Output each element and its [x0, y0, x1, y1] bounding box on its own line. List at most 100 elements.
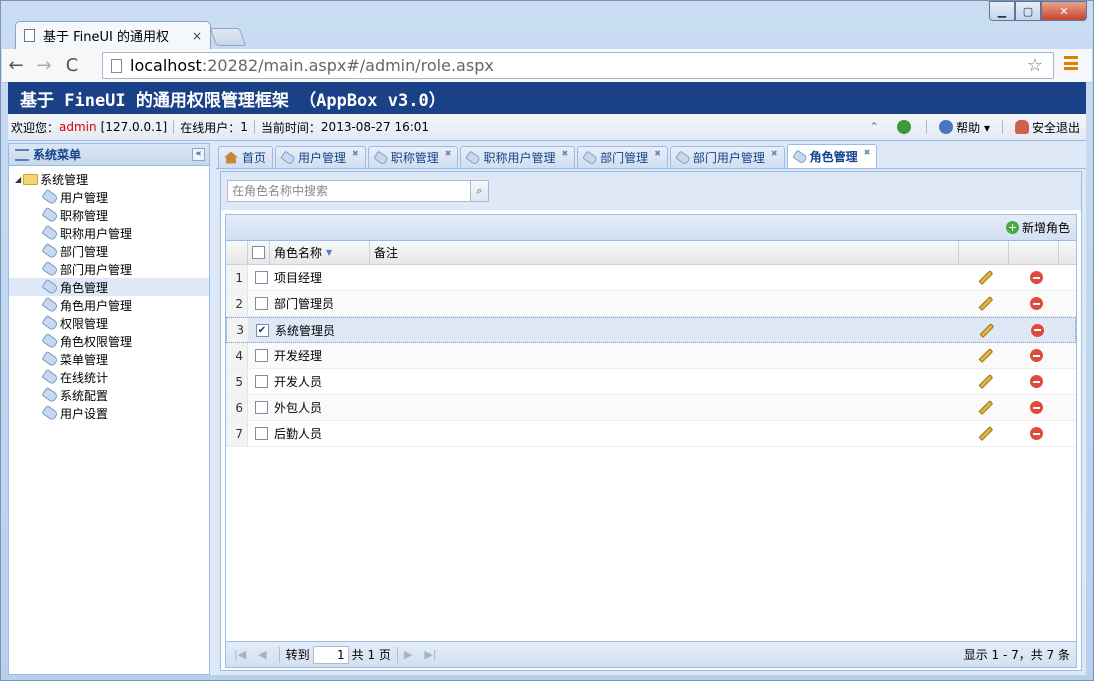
row-select[interactable] — [248, 265, 270, 290]
forward-icon[interactable]: → — [30, 55, 58, 76]
edit-icon[interactable] — [978, 296, 994, 311]
header-select-all[interactable] — [248, 241, 270, 264]
delete-icon[interactable] — [1029, 297, 1043, 310]
delete-icon[interactable] — [1029, 401, 1043, 414]
tab[interactable]: 首页 — [218, 146, 274, 168]
search-input[interactable]: 在角色名称中搜索 ⌕ — [227, 179, 489, 202]
close-tab-icon[interactable]: ✖ — [445, 149, 452, 158]
row-select[interactable] — [248, 369, 270, 394]
edit-icon[interactable] — [978, 270, 994, 285]
tab[interactable]: 部门管理 ✖ — [577, 146, 668, 168]
sidebar-item-label: 菜单管理 — [60, 352, 109, 367]
table-row[interactable]: 4 开发经理 — [226, 343, 1076, 369]
page-icon — [111, 58, 122, 73]
refresh-button[interactable] — [891, 120, 920, 134]
tree-root-system[interactable]: ◢ 系统管理 — [9, 170, 209, 188]
sidebar-item[interactable]: 在线统计 — [9, 368, 209, 386]
sidebar-item[interactable]: 用户设置 — [9, 404, 209, 422]
tab[interactable]: 角色管理 ✖ — [786, 144, 878, 168]
row-select[interactable]: ✔ — [249, 318, 271, 342]
table-row[interactable]: 7 后勤人员 — [226, 421, 1076, 447]
sidebar-item[interactable]: 角色权限管理 — [9, 332, 209, 350]
close-tab-icon[interactable]: ✖ — [864, 148, 871, 157]
sidebar-item[interactable]: 职称用户管理 — [9, 224, 209, 242]
close-tab-icon[interactable]: ✖ — [561, 149, 568, 158]
row-checkbox[interactable] — [254, 375, 268, 388]
row-checkbox[interactable] — [254, 271, 268, 284]
back-icon[interactable]: ← — [2, 55, 30, 76]
help-button[interactable]: 帮助 ▾ — [933, 119, 996, 136]
delete-cell — [1010, 318, 1060, 342]
browser-menu-icon[interactable] — [1064, 56, 1078, 70]
sidebar-item[interactable]: 职称管理 — [9, 206, 209, 224]
sidebar-item[interactable]: 角色管理 — [9, 278, 209, 296]
grid-header: 角色名称 ▼ 备注 — [226, 241, 1076, 265]
collapse-sidebar-icon[interactable]: « — [192, 148, 205, 161]
reload-icon[interactable]: C — [58, 55, 86, 76]
row-checkbox[interactable] — [254, 427, 268, 440]
next-page-icon[interactable]: ▶ — [404, 648, 412, 661]
edit-icon[interactable] — [978, 426, 994, 441]
tag-icon — [465, 150, 482, 165]
close-window-button[interactable]: ✕ — [1041, 1, 1087, 21]
sidebar-item[interactable]: 角色用户管理 — [9, 296, 209, 314]
delete-icon[interactable] — [1030, 323, 1044, 337]
table-row[interactable]: 3 ✔ 系统管理员 — [226, 317, 1076, 343]
address-bar[interactable]: localhost:20282/main.aspx#/admin/role.as… — [102, 52, 1054, 79]
edit-icon[interactable] — [978, 400, 994, 415]
close-tab-icon[interactable]: ✖ — [654, 149, 661, 158]
new-tab-button[interactable] — [209, 28, 247, 46]
page-number-input[interactable]: 1 — [312, 645, 349, 664]
tab[interactable]: 部门用户管理 ✖ — [669, 146, 785, 168]
row-checkbox[interactable] — [254, 401, 268, 414]
collapse-header-icon[interactable]: ⌃ — [869, 120, 879, 134]
table-row[interactable]: 2 部门管理员 — [226, 291, 1076, 317]
row-select[interactable] — [248, 291, 270, 316]
role-name-cell: 开发人员 — [274, 375, 323, 389]
tab[interactable]: 用户管理 ✖ — [275, 146, 366, 168]
search-icon[interactable]: ⌕ — [470, 179, 489, 202]
delete-icon[interactable] — [1029, 375, 1043, 388]
sidebar-item[interactable]: 用户管理 — [9, 188, 209, 206]
table-row[interactable]: 5 开发人员 — [226, 369, 1076, 395]
sidebar-item[interactable]: 菜单管理 — [9, 350, 209, 368]
total-pages: 共 1 页 — [351, 648, 391, 662]
sidebar-item[interactable]: 部门管理 — [9, 242, 209, 260]
edit-icon[interactable] — [978, 348, 994, 363]
prev-page-icon[interactable]: ◀ — [258, 648, 266, 661]
bookmark-star-icon[interactable]: ☆ — [1027, 55, 1043, 76]
expand-arrow-icon[interactable]: ◢ — [15, 175, 21, 184]
edit-icon[interactable] — [978, 374, 994, 389]
tab[interactable]: 职称管理 ✖ — [367, 146, 459, 168]
delete-icon[interactable] — [1029, 427, 1043, 440]
browser-tab[interactable]: 基于 FineUI 的通用权 × — [15, 21, 211, 49]
sidebar-item[interactable]: 系统配置 — [9, 386, 209, 404]
tab[interactable]: 职称用户管理 ✖ — [460, 146, 576, 168]
row-checkbox[interactable] — [254, 297, 268, 310]
edit-icon[interactable] — [979, 322, 995, 338]
logout-button[interactable]: 安全退出 — [1009, 119, 1086, 136]
delete-icon[interactable] — [1029, 271, 1043, 284]
header-note[interactable]: 备注 — [370, 241, 959, 264]
first-page-icon[interactable]: |◀ — [234, 648, 246, 661]
minimize-button[interactable]: ▁ — [989, 1, 1015, 21]
row-select[interactable] — [248, 343, 270, 368]
table-row[interactable]: 6 外包人员 — [226, 395, 1076, 421]
add-role-button[interactable]: 新增角色 — [1022, 219, 1070, 236]
delete-icon[interactable] — [1029, 349, 1043, 362]
close-tab-icon[interactable]: ✖ — [352, 149, 359, 158]
sidebar-item[interactable]: 权限管理 — [9, 314, 209, 332]
select-all-checkbox[interactable] — [252, 246, 265, 259]
row-checkbox[interactable] — [254, 349, 268, 362]
sidebar-item[interactable]: 部门用户管理 — [9, 260, 209, 278]
header-role-name[interactable]: 角色名称 ▼ — [270, 241, 370, 264]
last-page-icon[interactable]: ▶| — [424, 648, 436, 661]
row-select[interactable] — [248, 421, 270, 446]
row-checkbox[interactable]: ✔ — [255, 323, 269, 337]
table-row[interactable]: 1 项目经理 — [226, 265, 1076, 291]
close-tab-icon[interactable]: ✖ — [771, 149, 778, 158]
row-select[interactable] — [248, 395, 270, 420]
maximize-button[interactable]: ▢ — [1015, 1, 1041, 21]
tab-label: 首页 — [242, 151, 267, 165]
close-tab-icon[interactable]: × — [192, 29, 202, 43]
